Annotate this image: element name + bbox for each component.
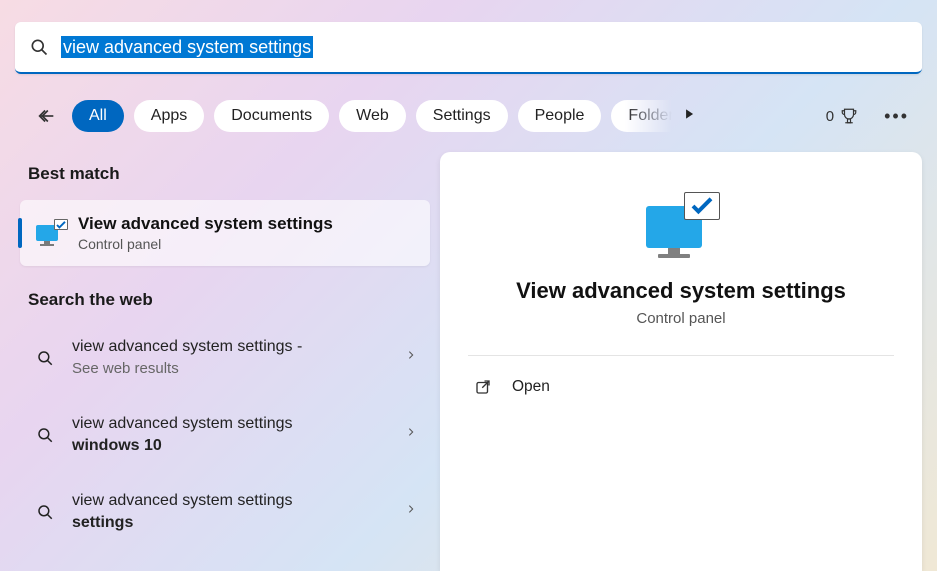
rewards-points-value: 0 bbox=[826, 108, 834, 125]
chevron-right-icon bbox=[406, 425, 416, 444]
search-icon bbox=[36, 349, 54, 367]
open-action[interactable]: Open bbox=[468, 356, 894, 418]
best-match-subtitle: Control panel bbox=[78, 236, 333, 252]
rewards-icon bbox=[840, 107, 858, 125]
best-match-title: View advanced system settings bbox=[78, 214, 333, 234]
more-button[interactable]: ••• bbox=[884, 106, 909, 127]
open-label: Open bbox=[512, 378, 550, 396]
chevron-right-icon bbox=[406, 502, 416, 521]
filter-pill-settings[interactable]: Settings bbox=[416, 100, 508, 132]
preview-panel: View advanced system settings Control pa… bbox=[440, 152, 922, 571]
system-settings-icon bbox=[36, 221, 64, 245]
back-button[interactable] bbox=[28, 98, 64, 134]
filter-pill-apps[interactable]: Apps bbox=[134, 100, 204, 132]
preview-subtitle: Control panel bbox=[468, 310, 894, 327]
preview-title: View advanced system settings bbox=[468, 278, 894, 304]
web-results-list: view advanced system settings - See web … bbox=[20, 326, 430, 544]
filter-scroll-right[interactable] bbox=[682, 107, 696, 126]
search-icon bbox=[36, 426, 54, 444]
search-input[interactable]: view advanced system settings bbox=[61, 37, 908, 58]
web-result-3[interactable]: view advanced system settings settings bbox=[20, 480, 430, 543]
best-match-result[interactable]: View advanced system settings Control pa… bbox=[20, 200, 430, 266]
web-result-1[interactable]: view advanced system settings - See web … bbox=[20, 326, 430, 389]
results-column: Best match View advanced system settings… bbox=[20, 160, 430, 544]
search-icon bbox=[36, 503, 54, 521]
filter-bar: All Apps Documents Web Settings People F… bbox=[28, 96, 909, 136]
web-result-2[interactable]: view advanced system settings windows 10 bbox=[20, 403, 430, 466]
filter-pill-people[interactable]: People bbox=[518, 100, 602, 132]
chevron-right-icon bbox=[406, 348, 416, 367]
rewards-points[interactable]: 0 bbox=[826, 107, 858, 125]
filter-pill-all[interactable]: All bbox=[72, 100, 124, 132]
filter-pill-folders[interactable]: Folders bbox=[611, 100, 672, 132]
filter-pill-web[interactable]: Web bbox=[339, 100, 406, 132]
best-match-heading: Best match bbox=[28, 164, 422, 184]
filter-pills: All Apps Documents Web Settings People F… bbox=[72, 100, 672, 132]
filter-pill-documents[interactable]: Documents bbox=[214, 100, 329, 132]
search-bar[interactable]: view advanced system settings bbox=[15, 22, 922, 74]
system-settings-icon-large bbox=[642, 190, 720, 258]
search-icon bbox=[29, 37, 49, 57]
open-icon bbox=[474, 378, 492, 396]
search-web-heading: Search the web bbox=[28, 290, 422, 310]
